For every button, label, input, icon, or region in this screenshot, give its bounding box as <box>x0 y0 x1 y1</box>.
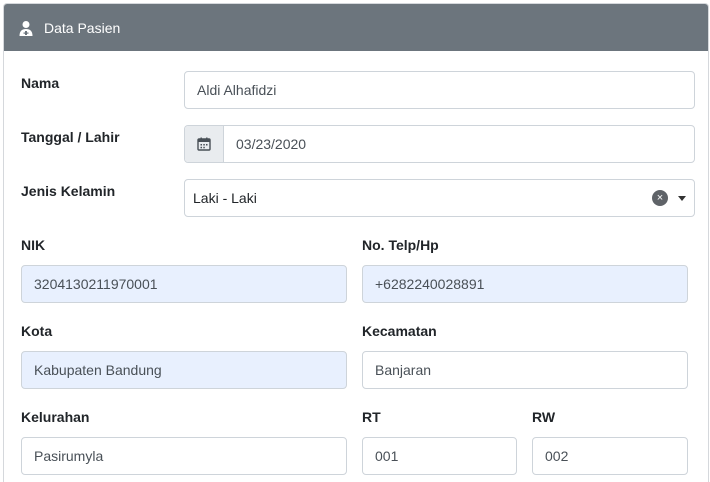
kelurahan-value: Pasirumyla <box>34 448 104 464</box>
kota-input[interactable]: Kabupaten Bandung <box>21 351 347 389</box>
jenis-kelamin-value: Laki - Laki <box>193 190 257 206</box>
nama-input[interactable]: Aldi Alhafidzi <box>184 71 695 109</box>
kecamatan-label: Kecamatan <box>362 323 437 339</box>
rt-value: 001 <box>375 448 399 464</box>
card-header: Data Pasien <box>4 4 708 51</box>
nama-label: Nama <box>21 75 60 91</box>
jenis-kelamin-select[interactable]: Laki - Laki × <box>184 179 695 217</box>
rw-input[interactable]: 002 <box>532 437 688 475</box>
kecamatan-value: Banjaran <box>375 362 432 378</box>
chevron-down-icon[interactable] <box>678 195 686 201</box>
tanggal-value: 03/23/2020 <box>236 136 307 152</box>
tanggal-input[interactable]: 03/23/2020 <box>184 125 695 163</box>
nik-input[interactable]: 3204130211970001 <box>21 265 347 303</box>
kota-value: Kabupaten Bandung <box>34 362 162 378</box>
card-title: Data Pasien <box>44 19 121 36</box>
kelurahan-label: Kelurahan <box>21 409 90 425</box>
kota-label: Kota <box>21 323 53 339</box>
kelurahan-input[interactable]: Pasirumyla <box>21 437 347 475</box>
calendar-icon[interactable] <box>185 126 224 162</box>
telp-value: +6282240028891 <box>375 276 485 292</box>
kecamatan-input[interactable]: Banjaran <box>362 351 688 389</box>
rw-label: RW <box>532 409 556 425</box>
clear-selection-icon[interactable]: × <box>652 190 668 206</box>
jenis-kelamin-label: Jenis Kelamin <box>21 183 116 199</box>
telp-label: No. Telp/Hp <box>362 237 439 253</box>
nik-label: NIK <box>21 237 46 253</box>
user-doctor-icon <box>18 20 34 36</box>
nik-value: 3204130211970001 <box>34 276 158 292</box>
telp-input[interactable]: +6282240028891 <box>362 265 688 303</box>
rt-input[interactable]: 001 <box>362 437 517 475</box>
rw-value: 002 <box>545 448 569 464</box>
tanggal-label: Tanggal / Lahir <box>21 129 120 145</box>
rt-label: RT <box>362 409 381 425</box>
nama-value: Aldi Alhafidzi <box>197 82 277 98</box>
